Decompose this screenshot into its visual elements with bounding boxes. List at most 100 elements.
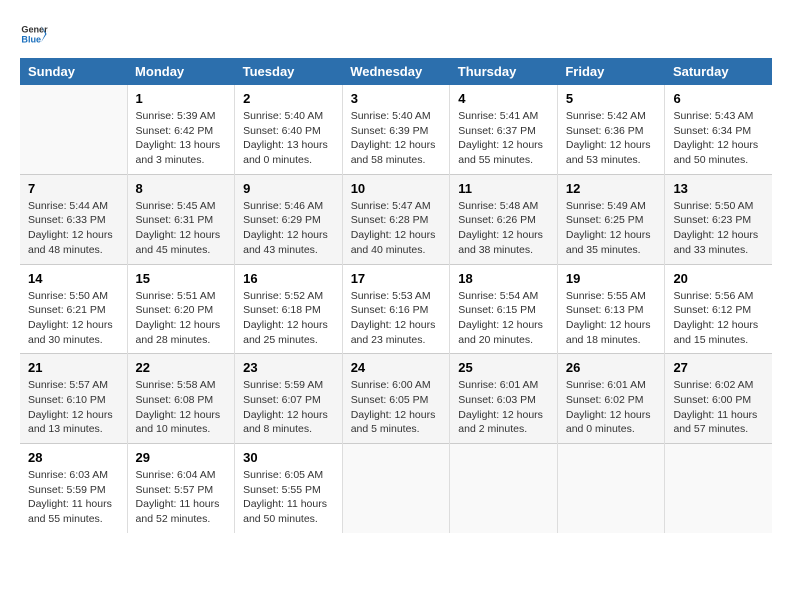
calendar-cell <box>665 444 772 533</box>
day-number: 16 <box>243 271 334 286</box>
calendar-cell: 5 Sunrise: 5:42 AM Sunset: 6:36 PM Daylig… <box>557 85 665 174</box>
calendar-cell: 23 Sunrise: 5:59 AM Sunset: 6:07 PM Dayli… <box>235 354 343 444</box>
day-info: Sunrise: 5:52 AM Sunset: 6:18 PM Dayligh… <box>243 289 334 348</box>
calendar-cell: 12 Sunrise: 5:49 AM Sunset: 6:25 PM Dayli… <box>557 174 665 264</box>
day-number: 18 <box>458 271 549 286</box>
calendar-cell: 15 Sunrise: 5:51 AM Sunset: 6:20 PM Dayli… <box>127 264 235 354</box>
day-info: Sunrise: 5:41 AM Sunset: 6:37 PM Dayligh… <box>458 109 549 168</box>
day-info: Sunrise: 5:39 AM Sunset: 6:42 PM Dayligh… <box>136 109 227 168</box>
day-number: 7 <box>28 181 119 196</box>
logo: General Blue <box>20 20 48 48</box>
calendar-cell: 10 Sunrise: 5:47 AM Sunset: 6:28 PM Dayli… <box>342 174 450 264</box>
column-header-sunday: Sunday <box>20 58 127 85</box>
week-row-5: 28 Sunrise: 6:03 AM Sunset: 5:59 PM Dayli… <box>20 444 772 533</box>
day-info: Sunrise: 5:55 AM Sunset: 6:13 PM Dayligh… <box>566 289 657 348</box>
calendar-cell: 18Sunrise: 5:54 AM Sunset: 6:15 PM Dayli… <box>450 264 558 354</box>
calendar-cell: 1 Sunrise: 5:39 AM Sunset: 6:42 PM Daylig… <box>127 85 235 174</box>
day-number: 12 <box>566 181 657 196</box>
day-info: Sunrise: 6:01 AM Sunset: 6:02 PM Dayligh… <box>566 378 657 437</box>
calendar-cell: 7 Sunrise: 5:44 AM Sunset: 6:33 PM Daylig… <box>20 174 127 264</box>
day-info: Sunrise: 6:03 AM Sunset: 5:59 PM Dayligh… <box>28 468 119 527</box>
day-number: 19 <box>566 271 657 286</box>
calendar-cell: 2 Sunrise: 5:40 AM Sunset: 6:40 PM Daylig… <box>235 85 343 174</box>
day-number: 2 <box>243 91 334 106</box>
day-info: Sunrise: 5:48 AM Sunset: 6:26 PM Dayligh… <box>458 199 549 258</box>
column-header-monday: Monday <box>127 58 235 85</box>
day-info: Sunrise: 5:44 AM Sunset: 6:33 PM Dayligh… <box>28 199 119 258</box>
day-number: 10 <box>351 181 442 196</box>
day-number: 13 <box>673 181 764 196</box>
calendar-cell: 9 Sunrise: 5:46 AM Sunset: 6:29 PM Daylig… <box>235 174 343 264</box>
week-row-2: 7 Sunrise: 5:44 AM Sunset: 6:33 PM Daylig… <box>20 174 772 264</box>
day-info: Sunrise: 5:59 AM Sunset: 6:07 PM Dayligh… <box>243 378 334 437</box>
calendar-cell <box>20 85 127 174</box>
day-info: Sunrise: 5:40 AM Sunset: 6:40 PM Dayligh… <box>243 109 334 168</box>
day-number: 5 <box>566 91 657 106</box>
day-info: Sunrise: 5:42 AM Sunset: 6:36 PM Dayligh… <box>566 109 657 168</box>
calendar-cell: 29 Sunrise: 6:04 AM Sunset: 5:57 PM Dayli… <box>127 444 235 533</box>
calendar-cell: 6Sunrise: 5:43 AM Sunset: 6:34 PM Daylig… <box>665 85 772 174</box>
day-number: 11 <box>458 181 549 196</box>
day-info: Sunrise: 6:00 AM Sunset: 6:05 PM Dayligh… <box>351 378 442 437</box>
column-header-friday: Friday <box>557 58 665 85</box>
day-number: 27 <box>673 360 764 375</box>
week-row-3: 14 Sunrise: 5:50 AM Sunset: 6:21 PM Dayli… <box>20 264 772 354</box>
day-number: 29 <box>136 450 227 465</box>
page-header: General Blue <box>20 20 772 48</box>
day-info: Sunrise: 5:50 AM Sunset: 6:23 PM Dayligh… <box>673 199 764 258</box>
calendar-cell: 22 Sunrise: 5:58 AM Sunset: 6:08 PM Dayli… <box>127 354 235 444</box>
day-info: Sunrise: 5:46 AM Sunset: 6:29 PM Dayligh… <box>243 199 334 258</box>
logo-icon: General Blue <box>20 20 48 48</box>
day-number: 22 <box>136 360 227 375</box>
calendar-cell: 13 Sunrise: 5:50 AM Sunset: 6:23 PM Dayli… <box>665 174 772 264</box>
day-number: 30 <box>243 450 334 465</box>
calendar-cell: 4Sunrise: 5:41 AM Sunset: 6:37 PM Daylig… <box>450 85 558 174</box>
column-header-tuesday: Tuesday <box>235 58 343 85</box>
day-number: 8 <box>136 181 227 196</box>
day-info: Sunrise: 5:49 AM Sunset: 6:25 PM Dayligh… <box>566 199 657 258</box>
day-info: Sunrise: 5:50 AM Sunset: 6:21 PM Dayligh… <box>28 289 119 348</box>
calendar-cell: 14 Sunrise: 5:50 AM Sunset: 6:21 PM Dayli… <box>20 264 127 354</box>
day-info: Sunrise: 5:47 AM Sunset: 6:28 PM Dayligh… <box>351 199 442 258</box>
day-number: 15 <box>136 271 227 286</box>
calendar-cell: 20 Sunrise: 5:56 AM Sunset: 6:12 PM Dayli… <box>665 264 772 354</box>
day-info: Sunrise: 5:45 AM Sunset: 6:31 PM Dayligh… <box>136 199 227 258</box>
calendar-cell: 26Sunrise: 6:01 AM Sunset: 6:02 PM Dayli… <box>557 354 665 444</box>
day-info: Sunrise: 5:56 AM Sunset: 6:12 PM Dayligh… <box>673 289 764 348</box>
day-info: Sunrise: 5:53 AM Sunset: 6:16 PM Dayligh… <box>351 289 442 348</box>
week-row-4: 21Sunrise: 5:57 AM Sunset: 6:10 PM Dayli… <box>20 354 772 444</box>
day-info: Sunrise: 6:01 AM Sunset: 6:03 PM Dayligh… <box>458 378 549 437</box>
day-number: 9 <box>243 181 334 196</box>
week-row-1: 1 Sunrise: 5:39 AM Sunset: 6:42 PM Daylig… <box>20 85 772 174</box>
calendar-cell: 3 Sunrise: 5:40 AM Sunset: 6:39 PM Daylig… <box>342 85 450 174</box>
column-header-saturday: Saturday <box>665 58 772 85</box>
day-number: 23 <box>243 360 334 375</box>
column-header-wednesday: Wednesday <box>342 58 450 85</box>
svg-text:General: General <box>21 25 48 35</box>
day-number: 20 <box>673 271 764 286</box>
calendar-cell: 25 Sunrise: 6:01 AM Sunset: 6:03 PM Dayli… <box>450 354 558 444</box>
calendar-cell: 30 Sunrise: 6:05 AM Sunset: 5:55 PM Dayli… <box>235 444 343 533</box>
calendar-header-row: SundayMondayTuesdayWednesdayThursdayFrid… <box>20 58 772 85</box>
day-info: Sunrise: 5:51 AM Sunset: 6:20 PM Dayligh… <box>136 289 227 348</box>
calendar-cell: 17 Sunrise: 5:53 AM Sunset: 6:16 PM Dayli… <box>342 264 450 354</box>
day-number: 1 <box>136 91 227 106</box>
day-number: 28 <box>28 450 119 465</box>
calendar-cell <box>450 444 558 533</box>
day-info: Sunrise: 6:05 AM Sunset: 5:55 PM Dayligh… <box>243 468 334 527</box>
calendar-cell: 8 Sunrise: 5:45 AM Sunset: 6:31 PM Daylig… <box>127 174 235 264</box>
calendar-cell: 27Sunrise: 6:02 AM Sunset: 6:00 PM Dayli… <box>665 354 772 444</box>
day-number: 3 <box>351 91 442 106</box>
calendar-cell <box>342 444 450 533</box>
day-info: Sunrise: 5:58 AM Sunset: 6:08 PM Dayligh… <box>136 378 227 437</box>
day-number: 21 <box>28 360 119 375</box>
day-number: 25 <box>458 360 549 375</box>
calendar-cell: 11 Sunrise: 5:48 AM Sunset: 6:26 PM Dayli… <box>450 174 558 264</box>
day-number: 14 <box>28 271 119 286</box>
day-info: Sunrise: 5:40 AM Sunset: 6:39 PM Dayligh… <box>351 109 442 168</box>
day-info: Sunrise: 6:04 AM Sunset: 5:57 PM Dayligh… <box>136 468 227 527</box>
day-info: Sunrise: 5:43 AM Sunset: 6:34 PM Dayligh… <box>673 109 764 168</box>
day-number: 17 <box>351 271 442 286</box>
calendar-table: SundayMondayTuesdayWednesdayThursdayFrid… <box>20 58 772 533</box>
calendar-cell: 21Sunrise: 5:57 AM Sunset: 6:10 PM Dayli… <box>20 354 127 444</box>
